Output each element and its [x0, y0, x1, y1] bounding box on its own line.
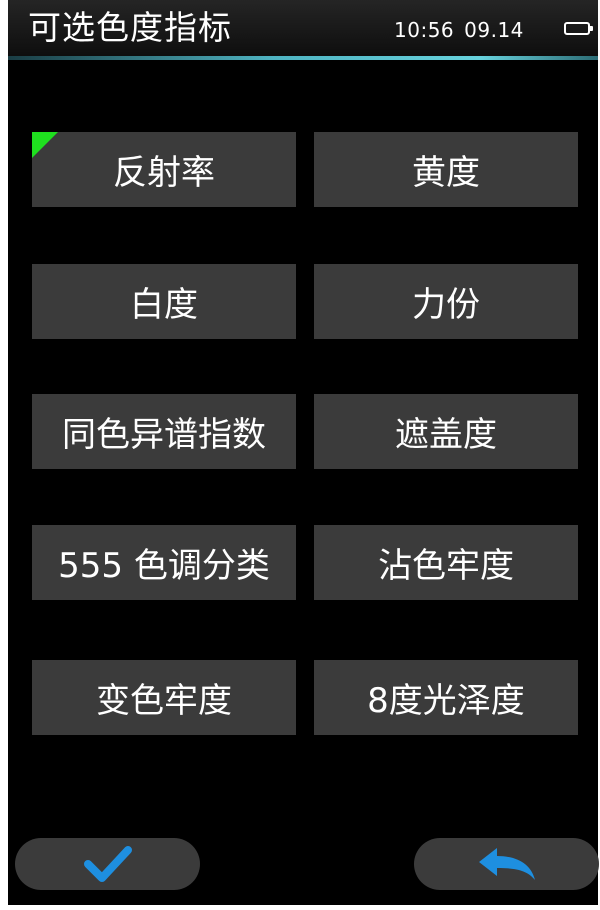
header-bar: 可选色度指标 10:56 09.14 — [8, 0, 598, 58]
option-label: 遮盖度 — [395, 415, 497, 455]
option-555-hue-button[interactable]: 555 色调分类 — [32, 525, 296, 600]
date-text: 09.14 — [464, 18, 524, 42]
option-label: 反射率 — [113, 153, 215, 193]
back-arrow-icon — [478, 848, 535, 880]
option-opacity-button[interactable]: 遮盖度 — [314, 394, 578, 469]
status-clock: 10:56 09.14 — [394, 17, 524, 43]
option-8-degree-gloss-button[interactable]: 8度光泽度 — [314, 660, 578, 735]
header-divider — [8, 56, 598, 60]
option-color-change-fastness-button[interactable]: 变色牢度 — [32, 660, 296, 735]
option-yellowness-button[interactable]: 黄度 — [314, 132, 578, 207]
option-reflectance-button[interactable]: 反射率 — [32, 132, 296, 207]
option-label: 变色牢度 — [96, 681, 232, 721]
check-icon — [83, 846, 132, 882]
screen: 可选色度指标 10:56 09.14 反射率 黄度 白度 力份 同色异谱指数 遮盖… — [8, 0, 599, 905]
option-staining-fastness-button[interactable]: 沾色牢度 — [314, 525, 578, 600]
time-text: 10:56 — [394, 18, 455, 42]
selected-marker-icon — [32, 132, 58, 158]
option-label: 555 色调分类 — [58, 546, 270, 586]
option-label: 白度 — [130, 285, 198, 325]
option-label: 力份 — [412, 285, 480, 325]
battery-icon — [564, 22, 593, 35]
option-label: 同色异谱指数 — [62, 415, 266, 455]
option-label: 沾色牢度 — [378, 546, 514, 586]
confirm-button[interactable] — [15, 838, 200, 890]
option-label: 黄度 — [412, 153, 480, 193]
option-strength-button[interactable]: 力份 — [314, 264, 578, 339]
option-label: 8度光泽度 — [367, 681, 525, 721]
option-metamerism-button[interactable]: 同色异谱指数 — [32, 394, 296, 469]
page-title: 可选色度指标 — [28, 8, 232, 47]
back-button[interactable] — [414, 838, 599, 890]
option-whiteness-button[interactable]: 白度 — [32, 264, 296, 339]
